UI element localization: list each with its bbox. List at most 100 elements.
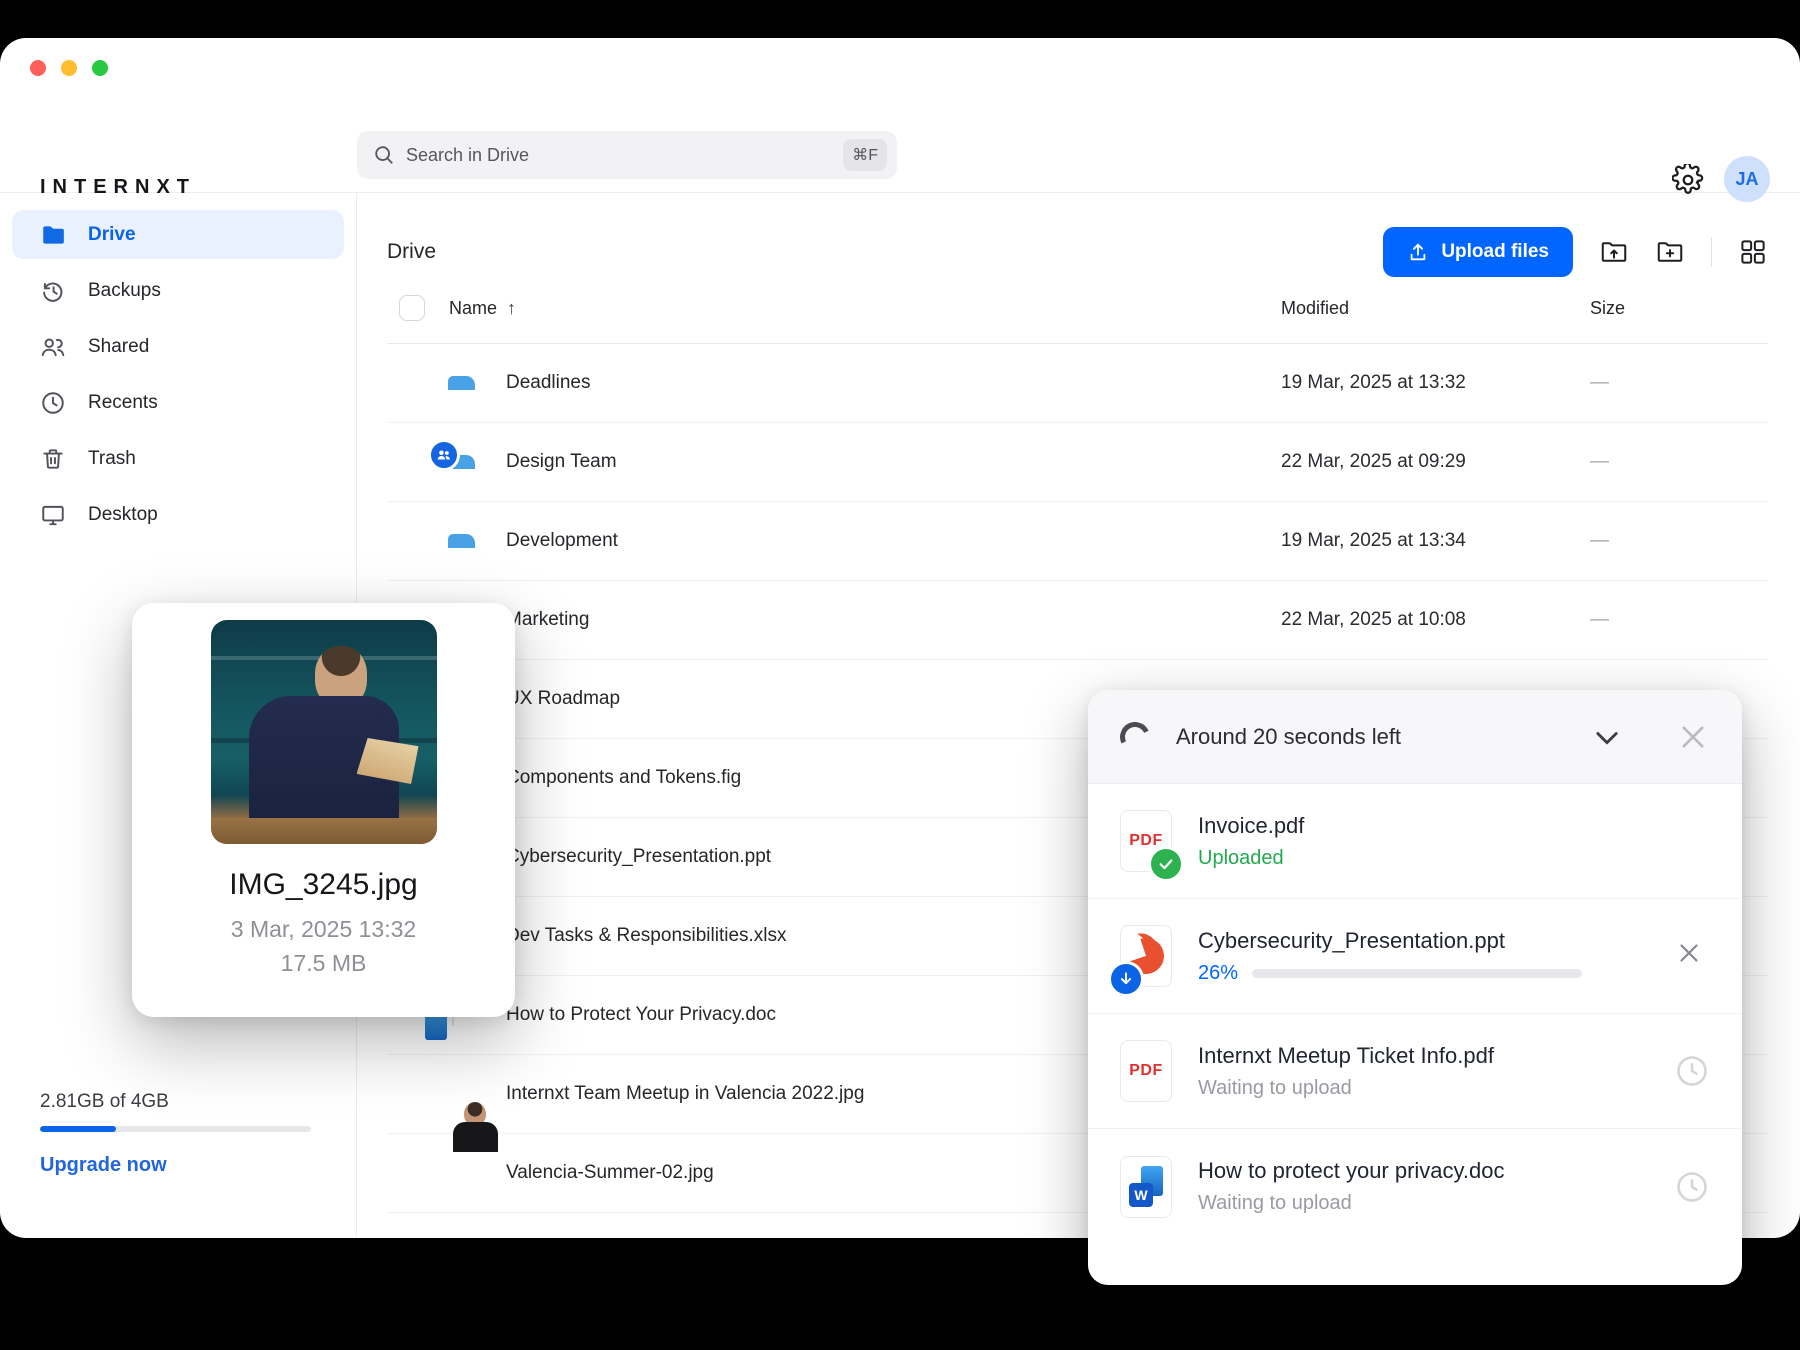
file-modified: 22 Mar, 2025 at 09:29 [1281,451,1590,473]
column-header-name[interactable]: Name ↑ [425,298,1281,319]
upload-item-name: Invoice.pdf [1198,813,1710,839]
storage-widget: 2.81GB of 4GB Upgrade now [40,1091,311,1177]
waiting-clock-icon [1674,1169,1710,1205]
upload-item-status: Waiting to upload [1198,1077,1660,1100]
monitor-icon [40,502,66,528]
sidebar-item-label: Desktop [88,504,158,526]
storage-progress-bar [40,1126,311,1132]
table-header: Name ↑ Modified Size [387,285,1768,331]
shared-badge-icon [428,439,460,471]
clock-icon [40,390,66,416]
cancel-upload-button[interactable] [1674,938,1710,974]
search-bar[interactable]: ⌘F [357,131,897,179]
file-name: Design Team [504,451,1281,473]
sidebar-item-desktop[interactable]: Desktop [12,490,344,539]
upload-files-label: Upload files [1441,241,1549,263]
chevron-down-icon [1590,720,1624,754]
preview-filename: IMG_3245.jpg [132,868,515,902]
upload-item-status: Uploaded [1198,847,1710,870]
sidebar-item-drive[interactable]: Drive [12,210,344,259]
waiting-clock-icon [1674,1053,1710,1089]
upload-files-button[interactable]: Upload files [1383,227,1573,277]
table-row[interactable]: Deadlines 19 Mar, 2025 at 13:32 — [387,344,1768,423]
spinner-icon [1116,717,1154,755]
file-modified: 19 Mar, 2025 at 13:32 [1281,372,1590,394]
sidebar-item-recents[interactable]: Recents [12,378,344,427]
sidebar-item-label: Trash [88,448,136,470]
search-shortcut-badge: ⌘F [843,139,887,171]
people-icon [40,334,66,360]
file-size: — [1590,530,1768,552]
titlebar: INTERNXT ⌘F JA [0,38,1800,193]
file-size: — [1590,372,1768,394]
sidebar-item-label: Shared [88,336,149,358]
upload-folder-button[interactable] [1599,237,1629,267]
storage-progress-fill [40,1126,116,1132]
sidebar-item-trash[interactable]: Trash [12,434,344,483]
file-size: — [1590,451,1768,473]
preview-photo [211,620,437,844]
sidebar-item-label: Backups [88,280,161,302]
close-icon [1676,720,1710,754]
grid-view-button[interactable] [1738,237,1768,267]
collapse-panel-button[interactable] [1590,720,1624,754]
word-file-icon: W [1120,1156,1172,1218]
minimize-window-button[interactable] [61,60,77,76]
upload-progress-panel: Around 20 seconds left PDF Invoice.pdf U… [1088,690,1742,1285]
new-folder-button[interactable] [1655,237,1685,267]
table-row[interactable]: Development 19 Mar, 2025 at 13:34 — [387,502,1768,581]
preview-size: 17.5 MB [132,946,515,980]
gear-icon [1672,164,1704,196]
sort-arrow-icon: ↑ [507,298,516,319]
history-icon [40,278,66,304]
pdf-file-icon: PDF [1120,1040,1172,1102]
file-name: Deadlines [504,372,1281,394]
table-row[interactable]: Design Team 22 Mar, 2025 at 09:29 — [387,423,1768,502]
pdf-file-icon: PDF [1120,810,1172,872]
zoom-window-button[interactable] [92,60,108,76]
sidebar-item-shared[interactable]: Shared [12,322,344,371]
sidebar-item-backups[interactable]: Backups [12,266,344,315]
trash-icon [40,446,66,472]
new-folder-icon [1655,237,1685,267]
settings-button[interactable] [1672,164,1704,196]
column-header-modified[interactable]: Modified [1281,298,1590,319]
file-modified: 22 Mar, 2025 at 10:08 [1281,609,1590,631]
ppt-file-icon [1120,925,1172,987]
uploading-arrow-icon [1108,961,1144,997]
screen: INTERNXT ⌘F JA Drive [0,0,1800,1350]
upload-progress-bar [1252,969,1582,978]
upload-item: W How to protect your privacy.doc Waitin… [1088,1129,1742,1244]
page-title: Drive [387,240,436,264]
traffic-lights [30,60,108,76]
upgrade-now-link[interactable]: Upgrade now [40,1154,311,1177]
upload-item-name: Internxt Meetup Ticket Info.pdf [1198,1043,1660,1069]
file-modified: 19 Mar, 2025 at 13:34 [1281,530,1590,552]
upload-item-name: How to protect your privacy.doc [1198,1158,1660,1184]
upload-icon [1407,241,1429,263]
file-name: Development [504,530,1281,552]
close-panel-button[interactable] [1676,720,1710,754]
upload-percent: 26% [1198,962,1238,985]
grid-view-icon [1738,237,1768,267]
close-window-button[interactable] [30,60,46,76]
search-icon [373,144,395,166]
file-name: Marketing [504,609,1281,631]
upload-item: Cybersecurity_Presentation.ppt 26% [1088,899,1742,1014]
folder-icon [40,222,66,248]
sidebar-item-label: Drive [88,224,136,246]
column-header-size[interactable]: Size [1590,298,1768,319]
upload-time-remaining: Around 20 seconds left [1176,724,1590,750]
upload-item-name: Cybersecurity_Presentation.ppt [1198,928,1660,954]
table-row[interactable]: Marketing 22 Mar, 2025 at 10:08 — [387,581,1768,660]
preview-date: 3 Mar, 2025 13:32 [132,912,515,946]
file-size: — [1590,609,1768,631]
search-input[interactable] [406,145,843,166]
toolbar-divider [1711,237,1712,267]
select-all-checkbox[interactable] [399,295,425,321]
storage-usage-text: 2.81GB of 4GB [40,1091,311,1113]
sidebar-item-label: Recents [88,392,158,414]
uploaded-check-icon [1148,846,1184,882]
upload-item: PDF Invoice.pdf Uploaded [1088,784,1742,899]
upload-item-status: Waiting to upload [1198,1192,1660,1215]
